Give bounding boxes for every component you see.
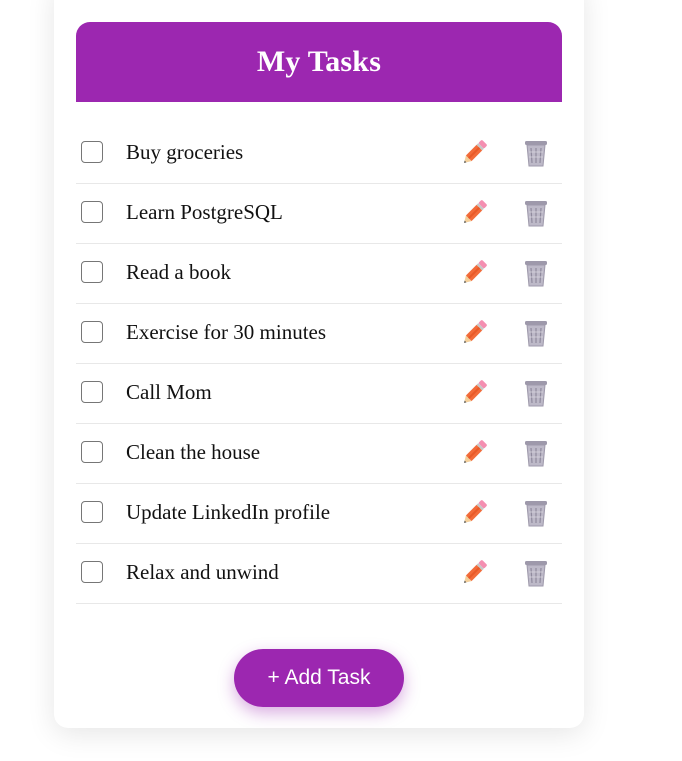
pencil-icon bbox=[464, 320, 487, 343]
wastebasket-icon bbox=[525, 441, 547, 467]
edit-task-button[interactable] bbox=[458, 257, 490, 289]
task-row: Learn PostgreSQL bbox=[76, 184, 562, 244]
edit-task-button[interactable] bbox=[458, 557, 490, 589]
edit-task-button[interactable] bbox=[458, 317, 490, 349]
delete-task-button[interactable] bbox=[520, 197, 552, 229]
page-title: My Tasks bbox=[256, 45, 382, 78]
edit-task-button[interactable] bbox=[458, 197, 490, 229]
task-label: Exercise for 30 minutes bbox=[126, 320, 327, 344]
delete-task-button[interactable] bbox=[520, 497, 552, 529]
task-row: Buy groceries bbox=[76, 124, 562, 184]
task-label: Update LinkedIn profile bbox=[126, 500, 331, 524]
pencil-icon bbox=[464, 140, 487, 163]
delete-task-button[interactable] bbox=[520, 557, 552, 589]
delete-task-button[interactable] bbox=[520, 437, 552, 469]
add-task-button[interactable]: + Add Task bbox=[234, 649, 404, 707]
task-label: Clean the house bbox=[126, 440, 261, 464]
task-row: Read a book bbox=[76, 244, 562, 304]
pencil-icon bbox=[464, 200, 487, 223]
task-list: Buy groceries Learn PostgreSQL Read a bo… bbox=[76, 124, 562, 604]
edit-task-button[interactable] bbox=[458, 137, 490, 169]
task-row: Relax and unwind bbox=[76, 544, 562, 604]
task-checkbox[interactable] bbox=[81, 321, 103, 343]
wastebasket-icon bbox=[525, 501, 547, 527]
task-label: Learn PostgreSQL bbox=[126, 200, 283, 224]
pencil-icon bbox=[464, 260, 487, 283]
task-label: Read a book bbox=[126, 260, 231, 284]
delete-task-button[interactable] bbox=[520, 377, 552, 409]
app-header: My Tasks bbox=[76, 22, 562, 102]
task-checkbox[interactable] bbox=[81, 501, 103, 523]
pencil-icon bbox=[464, 380, 487, 403]
task-row: Call Mom bbox=[76, 364, 562, 424]
pencil-icon bbox=[464, 560, 487, 583]
wastebasket-icon bbox=[525, 321, 547, 347]
wastebasket-icon bbox=[525, 561, 547, 587]
delete-task-button[interactable] bbox=[520, 317, 552, 349]
task-label: Call Mom bbox=[126, 380, 212, 404]
task-label: Relax and unwind bbox=[126, 560, 279, 584]
task-checkbox[interactable] bbox=[81, 441, 103, 463]
edit-task-button[interactable] bbox=[458, 437, 490, 469]
task-checkbox[interactable] bbox=[81, 381, 103, 403]
wastebasket-icon bbox=[525, 141, 547, 167]
task-checkbox[interactable] bbox=[81, 261, 103, 283]
wastebasket-icon bbox=[525, 201, 547, 227]
wastebasket-icon bbox=[525, 381, 547, 407]
task-label: Buy groceries bbox=[126, 140, 244, 164]
task-checkbox[interactable] bbox=[81, 141, 103, 163]
wastebasket-icon bbox=[525, 261, 547, 287]
edit-task-button[interactable] bbox=[458, 497, 490, 529]
task-row: Clean the house bbox=[76, 424, 562, 484]
delete-task-button[interactable] bbox=[520, 137, 552, 169]
task-row: Update LinkedIn profile bbox=[76, 484, 562, 544]
task-row: Exercise for 30 minutes bbox=[76, 304, 562, 364]
edit-task-button[interactable] bbox=[458, 377, 490, 409]
task-checkbox[interactable] bbox=[81, 201, 103, 223]
pencil-icon bbox=[464, 440, 487, 463]
pencil-icon bbox=[464, 500, 487, 523]
task-checkbox[interactable] bbox=[81, 561, 103, 583]
delete-task-button[interactable] bbox=[520, 257, 552, 289]
